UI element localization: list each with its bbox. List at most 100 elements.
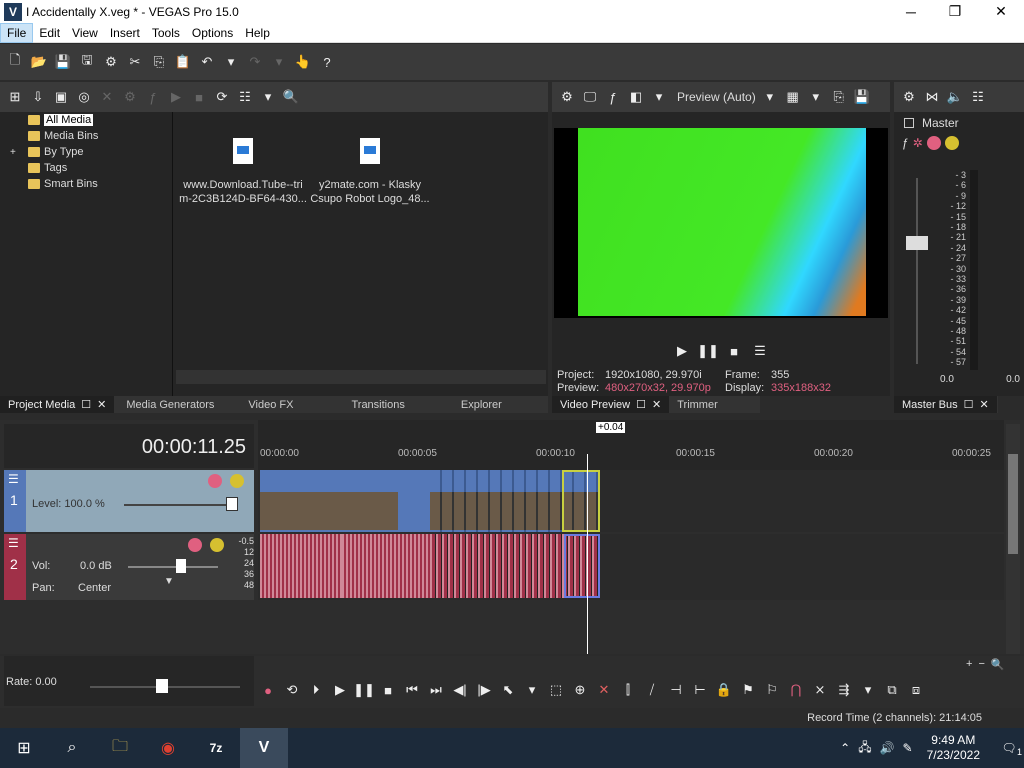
- audio-event[interactable]: [260, 534, 342, 598]
- mute-icon[interactable]: [208, 474, 222, 488]
- selected-audio-event[interactable]: [564, 534, 600, 598]
- mute-icon[interactable]: [188, 538, 202, 552]
- menu-icon[interactable]: ☰: [750, 341, 770, 361]
- menu-insert[interactable]: Insert: [104, 24, 146, 42]
- selection-tool-icon[interactable]: ⬚: [546, 680, 566, 700]
- search-icon[interactable]: ⌕: [48, 728, 96, 768]
- minimize-button[interactable]: ─: [888, 0, 934, 23]
- trim-icon[interactable]: ⫿: [618, 680, 638, 700]
- record-icon[interactable]: ●: [258, 680, 278, 700]
- autopreview-icon[interactable]: ⟳: [213, 88, 231, 106]
- menu-edit[interactable]: Edit: [33, 24, 66, 42]
- cut-icon[interactable]: ✂: [126, 53, 144, 71]
- automation-icon[interactable]: ✲: [913, 136, 923, 150]
- maximize-window-icon[interactable]: ☐: [636, 398, 646, 411]
- lock-icon[interactable]: 🔒: [714, 680, 734, 700]
- auto-crossfade-icon[interactable]: ⨯: [810, 680, 830, 700]
- split-dropdown-icon[interactable]: ▾: [650, 88, 668, 106]
- save-icon[interactable]: 💾: [54, 53, 72, 71]
- help-icon[interactable]: ?: [318, 53, 336, 71]
- audio-event[interactable]: [342, 534, 430, 598]
- capture-icon[interactable]: ▣: [52, 88, 70, 106]
- undo-dropdown-icon[interactable]: ▾: [222, 53, 240, 71]
- trim-end-icon[interactable]: ⊢: [690, 680, 710, 700]
- previous-frame-icon[interactable]: ◀|: [450, 680, 470, 700]
- zoom-tool-icon[interactable]: ⊕: [570, 680, 590, 700]
- insert-region-icon[interactable]: ⚐: [762, 680, 782, 700]
- pen-icon[interactable]: ✎: [903, 741, 913, 755]
- dim-output-icon[interactable]: 🔈: [946, 88, 964, 106]
- save-as-icon[interactable]: 🖫: [78, 52, 96, 71]
- media-fx-gear-icon[interactable]: ⚙: [121, 88, 139, 106]
- tab-media-generators[interactable]: Media Generators: [118, 396, 222, 413]
- auto-ripple-icon[interactable]: ⇶: [834, 680, 854, 700]
- snapping-magnet-icon[interactable]: ⋂: [786, 680, 806, 700]
- solo-icon[interactable]: [210, 538, 224, 552]
- stop-icon[interactable]: ■: [724, 341, 744, 361]
- get-media-icon[interactable]: ⇩: [29, 88, 47, 106]
- tab-video-preview[interactable]: Video Preview ☐ ✕: [552, 396, 670, 413]
- lock-envelopes-icon[interactable]: ⧉: [882, 680, 902, 700]
- overlays-grid-icon[interactable]: ▦: [784, 88, 802, 106]
- tree-item-smart-bins[interactable]: Smart Bins: [6, 176, 170, 192]
- preview-quality-dropdown-icon[interactable]: ▾: [761, 88, 779, 106]
- track-menu-icon[interactable]: ☰: [8, 472, 19, 486]
- menu-view[interactable]: View: [66, 24, 104, 42]
- media-scrollbar[interactable]: [176, 370, 546, 384]
- go-to-start-icon[interactable]: ⏮: [402, 680, 422, 700]
- zoom-in-icon[interactable]: +: [966, 658, 972, 671]
- close-button[interactable]: ✕: [978, 0, 1024, 23]
- mute-icon[interactable]: [926, 136, 941, 150]
- menu-file[interactable]: File: [0, 22, 34, 43]
- time-ruler[interactable]: +0.04 00:00:00 00:00:05 00:00:10 00:00:1…: [258, 420, 1004, 470]
- playhead-cursor[interactable]: [587, 454, 588, 654]
- zoom-out-icon[interactable]: −: [978, 658, 984, 671]
- play-icon[interactable]: ▶: [167, 88, 185, 106]
- stop-icon[interactable]: ■: [190, 88, 208, 106]
- trim-start-icon[interactable]: ⊣: [666, 680, 686, 700]
- normal-edit-tool-icon[interactable]: ⬉: [498, 680, 518, 700]
- external-monitor-icon[interactable]: 🖵: [581, 88, 599, 106]
- remove-icon[interactable]: ✕: [98, 88, 116, 106]
- audio-track-header[interactable]: ☰ 2 Vol: 0.0 dB Pan: Center ▼ -0.5 12 24…: [4, 534, 254, 600]
- whats-this-help-icon[interactable]: 👆: [294, 53, 312, 71]
- video-event[interactable]: [260, 470, 342, 532]
- web-media-icon[interactable]: ◎: [75, 88, 93, 106]
- insert-marker-icon[interactable]: ⚑: [738, 680, 758, 700]
- views-icon[interactable]: ☷: [236, 88, 254, 106]
- menu-options[interactable]: Options: [186, 24, 239, 42]
- maximize-button[interactable]: ❐: [932, 0, 978, 23]
- close-icon[interactable]: ✕: [980, 398, 989, 411]
- volume-icon[interactable]: 🔊: [880, 741, 895, 755]
- notifications-icon[interactable]: 🗨 1: [994, 741, 1024, 757]
- tab-master-bus[interactable]: Master Bus ☐ ✕: [894, 396, 997, 413]
- track-menu-icon[interactable]: ☰: [8, 536, 19, 550]
- maximize-window-icon[interactable]: ☐: [964, 398, 974, 411]
- properties-gear-icon[interactable]: ⚙: [102, 53, 120, 71]
- tree-item-tags[interactable]: Tags: [6, 160, 170, 176]
- play-icon[interactable]: ▶: [672, 341, 692, 361]
- overlays-dropdown-icon[interactable]: ▾: [807, 88, 825, 106]
- save-snapshot-icon[interactable]: 💾: [853, 88, 871, 106]
- downmix-icon[interactable]: ⋈: [923, 88, 941, 106]
- play-from-start-icon[interactable]: ⏵: [306, 680, 326, 700]
- pan-slider-handle[interactable]: ▼: [164, 576, 174, 587]
- stop-icon[interactable]: ■: [378, 680, 398, 700]
- go-to-end-icon[interactable]: ⏭: [426, 680, 446, 700]
- redo-icon[interactable]: ↷: [246, 53, 264, 71]
- expand-icon[interactable]: +: [10, 147, 24, 158]
- media-file-2[interactable]: y2mate.com - Klasky Csupo Robot Logo_48.…: [305, 138, 435, 206]
- split-screen-icon[interactable]: ◧: [627, 88, 645, 106]
- clock[interactable]: 9:49 AM 7/23/2022: [921, 733, 986, 763]
- vertical-scroll-thumb[interactable]: [1008, 454, 1018, 554]
- volume-slider-handle[interactable]: [176, 559, 186, 573]
- play-icon[interactable]: ▶: [330, 680, 350, 700]
- tree-item-media-bins[interactable]: Media Bins: [6, 128, 170, 144]
- preview-quality-select[interactable]: Preview (Auto): [677, 90, 756, 104]
- menu-help[interactable]: Help: [239, 24, 276, 42]
- ignore-grouping-icon[interactable]: ⧈: [906, 680, 926, 700]
- menu-tools[interactable]: Tools: [146, 24, 186, 42]
- master-fader-handle[interactable]: [906, 236, 928, 250]
- pause-icon[interactable]: ❚❚: [353, 680, 375, 700]
- close-icon[interactable]: ✕: [97, 398, 106, 411]
